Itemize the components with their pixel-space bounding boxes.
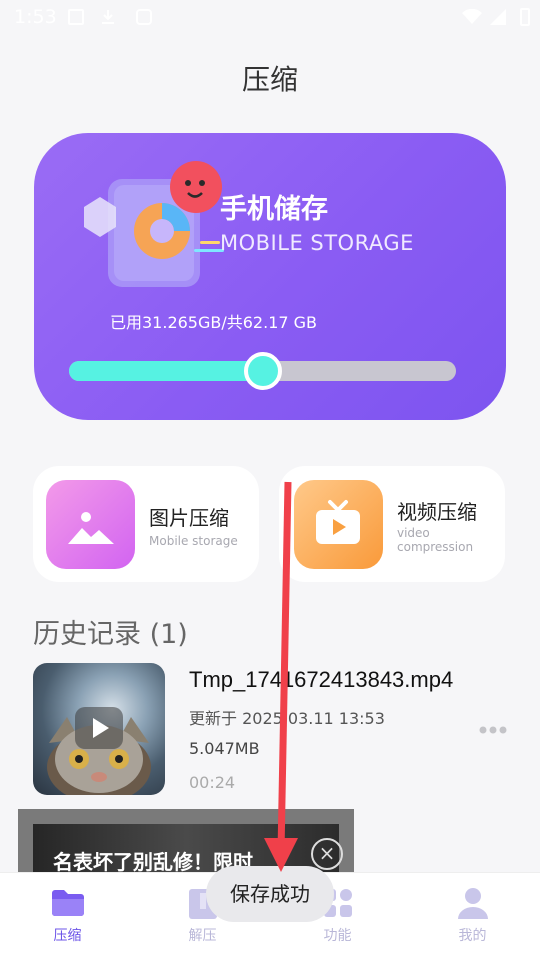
nav-label-compress: 压缩	[53, 928, 82, 944]
file-duration: 00:24	[189, 773, 236, 792]
history-title: 历史记录 (1)	[33, 619, 188, 650]
signal-icon	[490, 9, 506, 25]
battery-icon	[520, 8, 530, 26]
video-compress-title: 视频压缩	[397, 500, 477, 524]
file-date: 更新于 2025.03.11 13:53	[189, 709, 385, 728]
folder-icon	[52, 890, 84, 916]
wifi-icon	[462, 9, 482, 24]
storage-title: 手机储存	[220, 194, 328, 225]
nav-item-compress[interactable]: 压缩	[0, 873, 135, 960]
nav-label-profile: 我的	[458, 928, 487, 944]
nav-label-functions: 功能	[323, 928, 352, 944]
user-icon	[458, 888, 488, 919]
file-name: Tmp_1741672413843.mp4	[189, 667, 454, 692]
storage-usage-text: 已用31.265GB/共62.17 GB	[110, 313, 318, 332]
tv-icon	[294, 480, 383, 569]
toast-message: 保存成功	[206, 866, 334, 922]
storage-progress-thumb	[243, 352, 282, 390]
video-thumbnail[interactable]	[33, 663, 165, 795]
video-compress-button[interactable]: 视频压缩 video compression	[279, 466, 505, 582]
status-time: 1:53	[14, 6, 57, 28]
storage-subtitle: MOBILE STORAGE	[220, 231, 414, 255]
app-notification-icon	[136, 9, 152, 25]
storage-card: 手机储存 MOBILE STORAGE 已用31.265GB/共62.17 GB	[34, 133, 506, 420]
storage-progress-fill	[69, 361, 263, 381]
ad-close-button[interactable]: ×	[311, 838, 343, 870]
more-options-icon[interactable]	[478, 723, 508, 737]
storage-chart-icon	[84, 161, 224, 287]
status-bar: 1:53	[0, 0, 540, 36]
history-item[interactable]: Tmp_1741672413843.mp4 更新于 2025.03.11 13:…	[33, 663, 507, 797]
video-compress-subtitle: video compression	[397, 526, 474, 554]
file-size: 5.047MB	[189, 739, 260, 758]
play-icon[interactable]	[75, 707, 123, 749]
nav-label-decompress: 解压	[188, 928, 217, 944]
image-icon	[46, 480, 135, 569]
image-compress-title: 图片压缩	[149, 506, 229, 530]
storage-progress-bar	[69, 352, 456, 390]
nav-item-profile[interactable]: 我的	[405, 873, 540, 960]
download-icon	[102, 10, 114, 24]
page-title: 压缩	[241, 63, 298, 96]
image-notification-icon	[68, 9, 84, 25]
image-compress-subtitle: Mobile storage	[149, 534, 238, 548]
image-compress-button[interactable]: 图片压缩 Mobile storage	[33, 466, 259, 582]
